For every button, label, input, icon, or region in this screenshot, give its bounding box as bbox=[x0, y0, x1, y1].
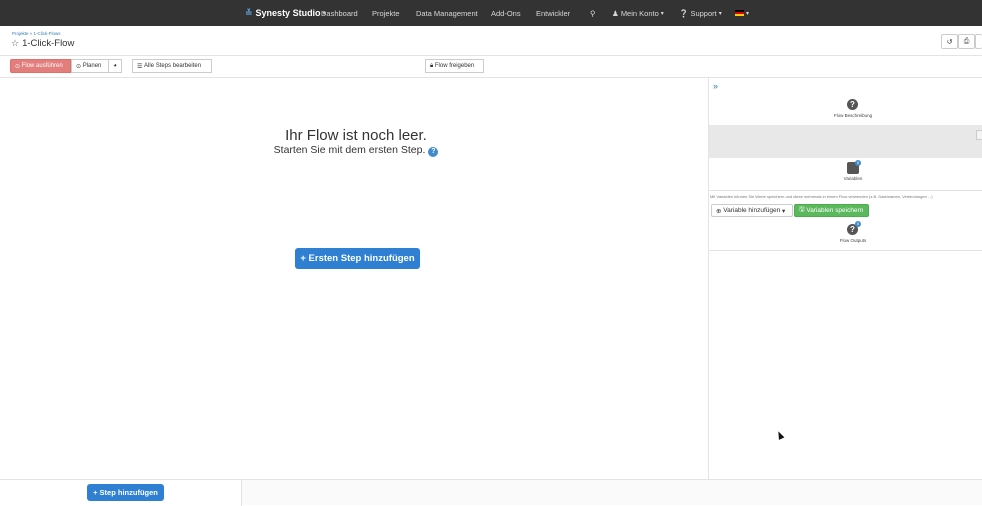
star-icon[interactable]: ☆ bbox=[11, 38, 19, 49]
synesty-logo-icon: ≚ bbox=[245, 7, 253, 18]
flow-outputs-label: Flow Outputs bbox=[839, 238, 867, 243]
breadcrumb[interactable]: Projekte » 1-Click-Flows bbox=[12, 31, 61, 36]
help-icon: ❔ bbox=[679, 8, 691, 18]
save-icon: 🖫︎ bbox=[799, 206, 807, 213]
edit-all-steps-button[interactable]: ☰ Alle Steps bearbeiten bbox=[132, 59, 212, 73]
run-flow-button[interactable]: ⊙ Flow ausführen bbox=[10, 59, 71, 73]
search-icon[interactable]: ⚲ bbox=[590, 0, 596, 26]
nav-item-dashboard[interactable]: Dashboard bbox=[321, 0, 358, 26]
page-header: Projekte » 1-Click-Flows ☆ 1-Click-Flow … bbox=[0, 26, 982, 56]
chevron-down-icon: ▾ bbox=[746, 10, 750, 17]
variables-count-badge: 0 bbox=[855, 160, 861, 166]
german-flag-icon bbox=[735, 10, 744, 16]
empty-state-subtitle: Starten Sie mit dem ersten Step. ? bbox=[0, 144, 712, 157]
user-icon: ♟ bbox=[612, 8, 621, 18]
add-variable-button[interactable]: ⊕ Variable hinzufügen ▾ bbox=[711, 204, 793, 217]
chevron-down-icon: ▾ bbox=[780, 207, 786, 215]
add-variable-label: Variable hinzufügen bbox=[723, 207, 781, 214]
variables-description: Mit Variablen können Sie Werte speichern… bbox=[709, 190, 982, 201]
nav-item-entwickler[interactable]: Entwickler bbox=[536, 0, 570, 26]
account-label: Mein Konto bbox=[620, 8, 659, 18]
chevron-down-icon: ▾ bbox=[660, 10, 664, 17]
brand[interactable]: ≚ Synesty Studio ▾ bbox=[245, 0, 326, 26]
empty-state-subtitle-text: Starten Sie mit dem ersten Step. bbox=[273, 144, 426, 156]
print-icon: ⎙ bbox=[963, 37, 970, 45]
chevron-down-icon: ▾ bbox=[718, 10, 722, 17]
plus-circle-icon: ⊕ bbox=[716, 207, 724, 215]
flow-outputs-area bbox=[709, 250, 982, 479]
nav-item-data-management[interactable]: Data Management bbox=[416, 0, 478, 26]
empty-state-title: Ihr Flow ist noch leer. bbox=[285, 127, 427, 144]
add-first-step-button[interactable]: + Ersten Step hinzufügen bbox=[295, 248, 420, 269]
help-icon[interactable]: ? bbox=[428, 147, 439, 157]
flow-side-panel: » ? Flow Beschreibung 0 Variablen Mit Va… bbox=[708, 78, 982, 479]
support-label: Support bbox=[690, 8, 717, 18]
edit-all-steps-label: Alle Steps bearbeiten bbox=[144, 63, 202, 69]
collapse-panel-icon[interactable]: » bbox=[713, 81, 718, 91]
undo-button[interactable]: ↺ bbox=[941, 34, 958, 49]
flow-toolbar: ⊙ Flow ausführen ⊙ Planen ◕ ☰ Alle Steps… bbox=[0, 56, 982, 78]
save-variables-button[interactable]: 🖫︎ Variablen speichern bbox=[794, 204, 869, 217]
plan-label: Planen bbox=[82, 63, 102, 69]
share-flow-button[interactable]: 🔒︎ Flow freigeben bbox=[425, 59, 484, 73]
brand-label: Synesty Studio bbox=[255, 8, 321, 18]
play-icon: ⊙ bbox=[15, 63, 22, 70]
top-navbar: ≚ Synesty Studio ▾ Dashboard Projekte Da… bbox=[0, 0, 982, 26]
print-button[interactable]: ⎙ bbox=[958, 34, 975, 49]
flow-description-box[interactable] bbox=[709, 125, 982, 158]
plan-button[interactable]: ⊙ Planen bbox=[71, 59, 109, 73]
language-selector[interactable]: ▾ bbox=[735, 0, 749, 26]
run-flow-label: Flow ausführen bbox=[21, 63, 63, 69]
list-icon: ☰ bbox=[137, 63, 145, 70]
page-title-label: 1-Click-Flow bbox=[22, 38, 75, 49]
save-variables-label: Variablen speichern bbox=[806, 207, 864, 214]
add-step-button[interactable]: + Step hinzufügen bbox=[87, 484, 164, 501]
clock-icon: ⊙ bbox=[76, 63, 83, 70]
schedule-status-button[interactable]: ◕ bbox=[108, 59, 122, 73]
nav-item-support[interactable]: ❔ Support ▾ bbox=[679, 0, 722, 26]
variables-label: Variablen bbox=[843, 176, 863, 181]
nav-item-account[interactable]: ♟ Mein Konto ▾ bbox=[612, 0, 664, 26]
globe-icon: ◕ bbox=[113, 63, 117, 69]
flow-description-label: Flow Beschreibung bbox=[833, 113, 873, 118]
share-flow-label: Flow freigeben bbox=[434, 63, 475, 69]
page-title: ☆ 1-Click-Flow bbox=[11, 38, 74, 49]
description-edit-handle[interactable] bbox=[976, 130, 982, 140]
more-button[interactable] bbox=[975, 34, 982, 49]
outputs-count-badge: 0 bbox=[855, 221, 861, 227]
undo-icon: ↺ bbox=[946, 38, 953, 46]
nav-item-add-ons[interactable]: Add-Ons bbox=[491, 0, 521, 26]
question-icon: ? bbox=[847, 99, 858, 110]
nav-item-projekte[interactable]: Projekte bbox=[372, 0, 400, 26]
